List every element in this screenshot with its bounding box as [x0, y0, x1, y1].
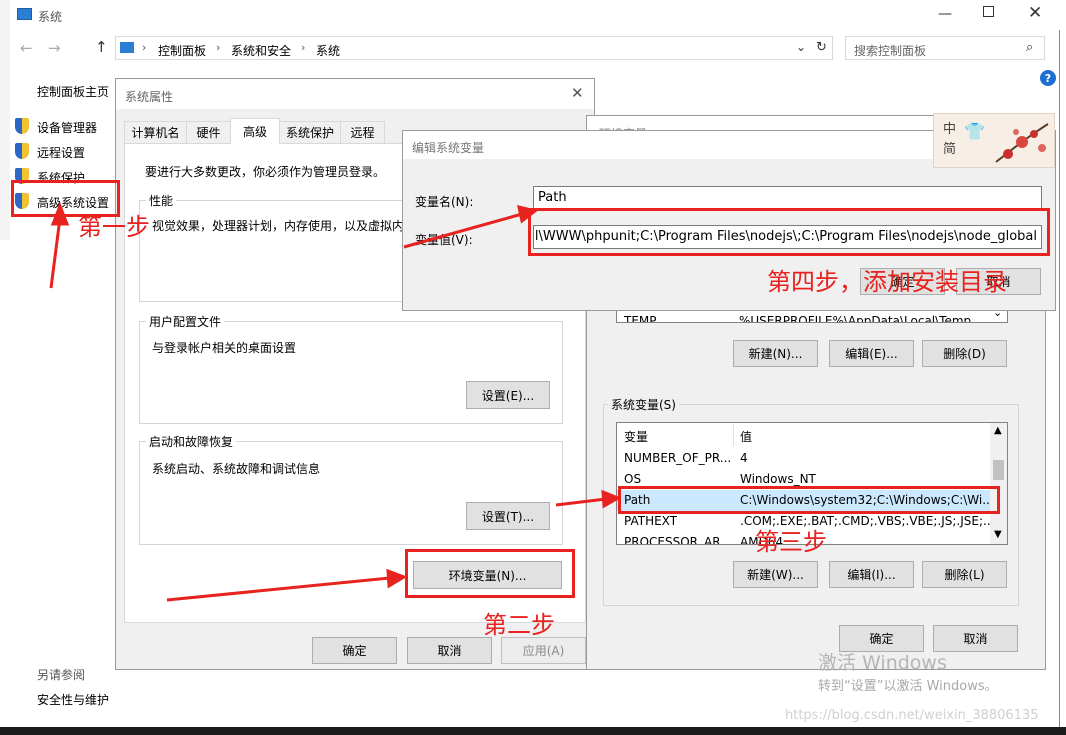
address-toolbar: ← → ↑ › 控制面板 › 系统和安全 › 系统 ⌄ ↻ 搜索控制面板 ⌕ — [0, 34, 1060, 64]
variable-name-field[interactable]: Path — [533, 186, 1042, 210]
dialog-title: 系统属性 — [125, 90, 174, 104]
annotation-step3: 第三步 — [755, 528, 827, 556]
blog-watermark: https://blog.csdn.net/weixin_38806135 — [785, 708, 1039, 723]
activate-windows-title: 激活 Windows — [818, 652, 947, 674]
variable-value-label: 变量值(V): — [415, 233, 473, 247]
startup-recovery-title: 启动和故障恢复 — [146, 433, 237, 450]
search-input[interactable]: 搜索控制面板 ⌕ — [845, 36, 1045, 60]
chevron-down-icon[interactable]: ⌄ — [796, 40, 806, 54]
list-header: 变量 值 — [617, 425, 1007, 446]
variable-name-label: 变量名(N): — [415, 195, 474, 209]
search-placeholder: 搜索控制面板 — [854, 44, 927, 58]
ime-mode-text: 简 — [943, 142, 957, 157]
close-icon[interactable]: ✕ — [571, 84, 584, 102]
system-new-button[interactable]: 新建(W)... — [733, 561, 818, 588]
address-bar[interactable]: › 控制面板 › 系统和安全 › 系统 ⌄ ↻ — [115, 36, 833, 60]
breadcrumb-separator-icon: › — [301, 41, 306, 54]
close-icon[interactable]: ✕ — [1028, 3, 1042, 23]
variable-name: PATHEXT — [624, 514, 678, 528]
variable-name: OS — [624, 472, 642, 486]
table-row[interactable]: NUMBER_OF_PR... 4 — [617, 448, 1007, 469]
admin-note: 要进行大多数更改，你必须作为管理员登录。 — [145, 165, 386, 179]
nav-control-panel-home[interactable]: 控制面板主页 — [37, 83, 109, 100]
ime-badge[interactable]: 中 简 👕 — [933, 113, 1055, 168]
startup-settings-button[interactable]: 设置(T)... — [466, 502, 550, 530]
breadcrumb-separator-icon: › — [216, 41, 221, 54]
system-edit-button[interactable]: 编辑(I)... — [829, 561, 914, 588]
up-icon[interactable]: ↑ — [95, 38, 108, 56]
performance-desc: 视觉效果，处理器计划，内存使用，以及虚拟内 — [152, 219, 405, 233]
shield-icon — [15, 143, 29, 159]
nav-remote-settings[interactable]: 远程设置 — [37, 144, 85, 161]
tab-computer-name[interactable]: 计算机名 — [124, 121, 187, 143]
user-new-button[interactable]: 新建(N)... — [733, 340, 818, 367]
control-panel-icon — [120, 42, 134, 53]
maximize-icon[interactable] — [983, 6, 994, 17]
cancel-button[interactable]: 取消 — [407, 637, 492, 664]
breadcrumb-item[interactable]: 控制面板 — [158, 42, 206, 59]
scroll-up-icon[interactable]: ▲ — [994, 425, 1002, 436]
performance-title: 性能 — [146, 192, 177, 209]
help-icon[interactable]: ? — [1040, 70, 1056, 86]
user-edit-button[interactable]: 编辑(E)... — [829, 340, 914, 367]
minimize-icon[interactable]: — — [938, 6, 952, 22]
scroll-down-icon[interactable]: ▼ — [994, 529, 1002, 540]
refresh-icon[interactable]: ↻ — [816, 40, 827, 55]
annotation-step1: 第一步 — [78, 213, 150, 241]
highlight-env-button — [405, 549, 575, 598]
dialog-title-bar: 系统属性 ✕ — [116, 79, 594, 109]
tab-system-protection[interactable]: 系统保护 — [279, 121, 341, 143]
plum-blossom-icon — [994, 118, 1050, 164]
see-also-title: 另请参阅 — [37, 668, 86, 682]
list-scrollbar[interactable]: ▲ ▼ — [990, 423, 1007, 544]
variable-name: NUMBER_OF_PR... — [624, 451, 732, 465]
list-cell: %USERPROFILE%\AppData\Local\Temp — [739, 314, 972, 323]
breadcrumb-item[interactable]: 系统和安全 — [231, 42, 291, 59]
nav-device-manager[interactable]: 设备管理器 — [37, 119, 97, 136]
column-header-variable[interactable]: 变量 — [624, 428, 648, 445]
tab-advanced[interactable]: 高级 — [230, 118, 280, 144]
user-delete-button[interactable]: 删除(D) — [922, 340, 1007, 367]
tab-remote[interactable]: 远程 — [340, 121, 385, 143]
shield-icon — [15, 118, 29, 134]
variable-value: 4 — [740, 451, 748, 465]
apply-button[interactable]: 应用(A) — [501, 637, 586, 664]
tab-hardware[interactable]: 硬件 — [186, 121, 231, 143]
ime-mode-text: 中 — [943, 122, 957, 137]
ok-button[interactable]: 确定 — [312, 637, 397, 664]
system-delete-button[interactable]: 删除(L) — [922, 561, 1007, 588]
user-profile-desc: 与登录帐户相关的桌面设置 — [152, 341, 297, 355]
column-divider — [733, 425, 734, 446]
title-bar: 系统 — ✕ — [0, 0, 1060, 30]
taskbar — [0, 727, 1066, 735]
activate-windows-subtitle: 转到“设置”以激活 Windows。 — [818, 679, 998, 694]
profile-settings-button[interactable]: 设置(E)... — [466, 381, 550, 409]
forward-icon[interactable]: → — [48, 39, 61, 57]
dialog-title: 编辑系统变量 — [412, 141, 485, 155]
highlight-path-row — [618, 486, 1000, 514]
highlight-value-field — [528, 208, 1050, 256]
window-title: 系统 — [38, 10, 63, 24]
breadcrumb-item[interactable]: 系统 — [316, 42, 340, 59]
annotation-step4: 第四步，添加安装目录 — [767, 268, 1007, 296]
breadcrumb-separator-icon: › — [142, 41, 147, 54]
shirt-icon: 👕 — [964, 122, 986, 142]
nav-security-maintenance[interactable]: 安全性与维护 — [37, 691, 109, 708]
list-cell: TEMP — [624, 314, 657, 323]
variable-value: Windows_NT — [740, 472, 816, 486]
annotation-step2: 第二步 — [483, 611, 555, 639]
variable-name: PROCESSOR_AR... — [624, 535, 732, 545]
scroll-thumb[interactable] — [993, 460, 1004, 480]
system-variables-title: 系统变量(S) — [608, 396, 679, 413]
window-app-icon — [17, 8, 32, 20]
user-profile-title: 用户配置文件 — [146, 313, 225, 330]
back-icon[interactable]: ← — [20, 39, 33, 57]
startup-recovery-desc: 系统启动、系统故障和调试信息 — [152, 462, 321, 476]
performance-group: 性能 视觉效果，处理器计划，内存使用，以及虚拟内 — [139, 192, 424, 302]
column-header-value[interactable]: 值 — [740, 428, 752, 445]
search-icon: ⌕ — [1026, 40, 1034, 55]
